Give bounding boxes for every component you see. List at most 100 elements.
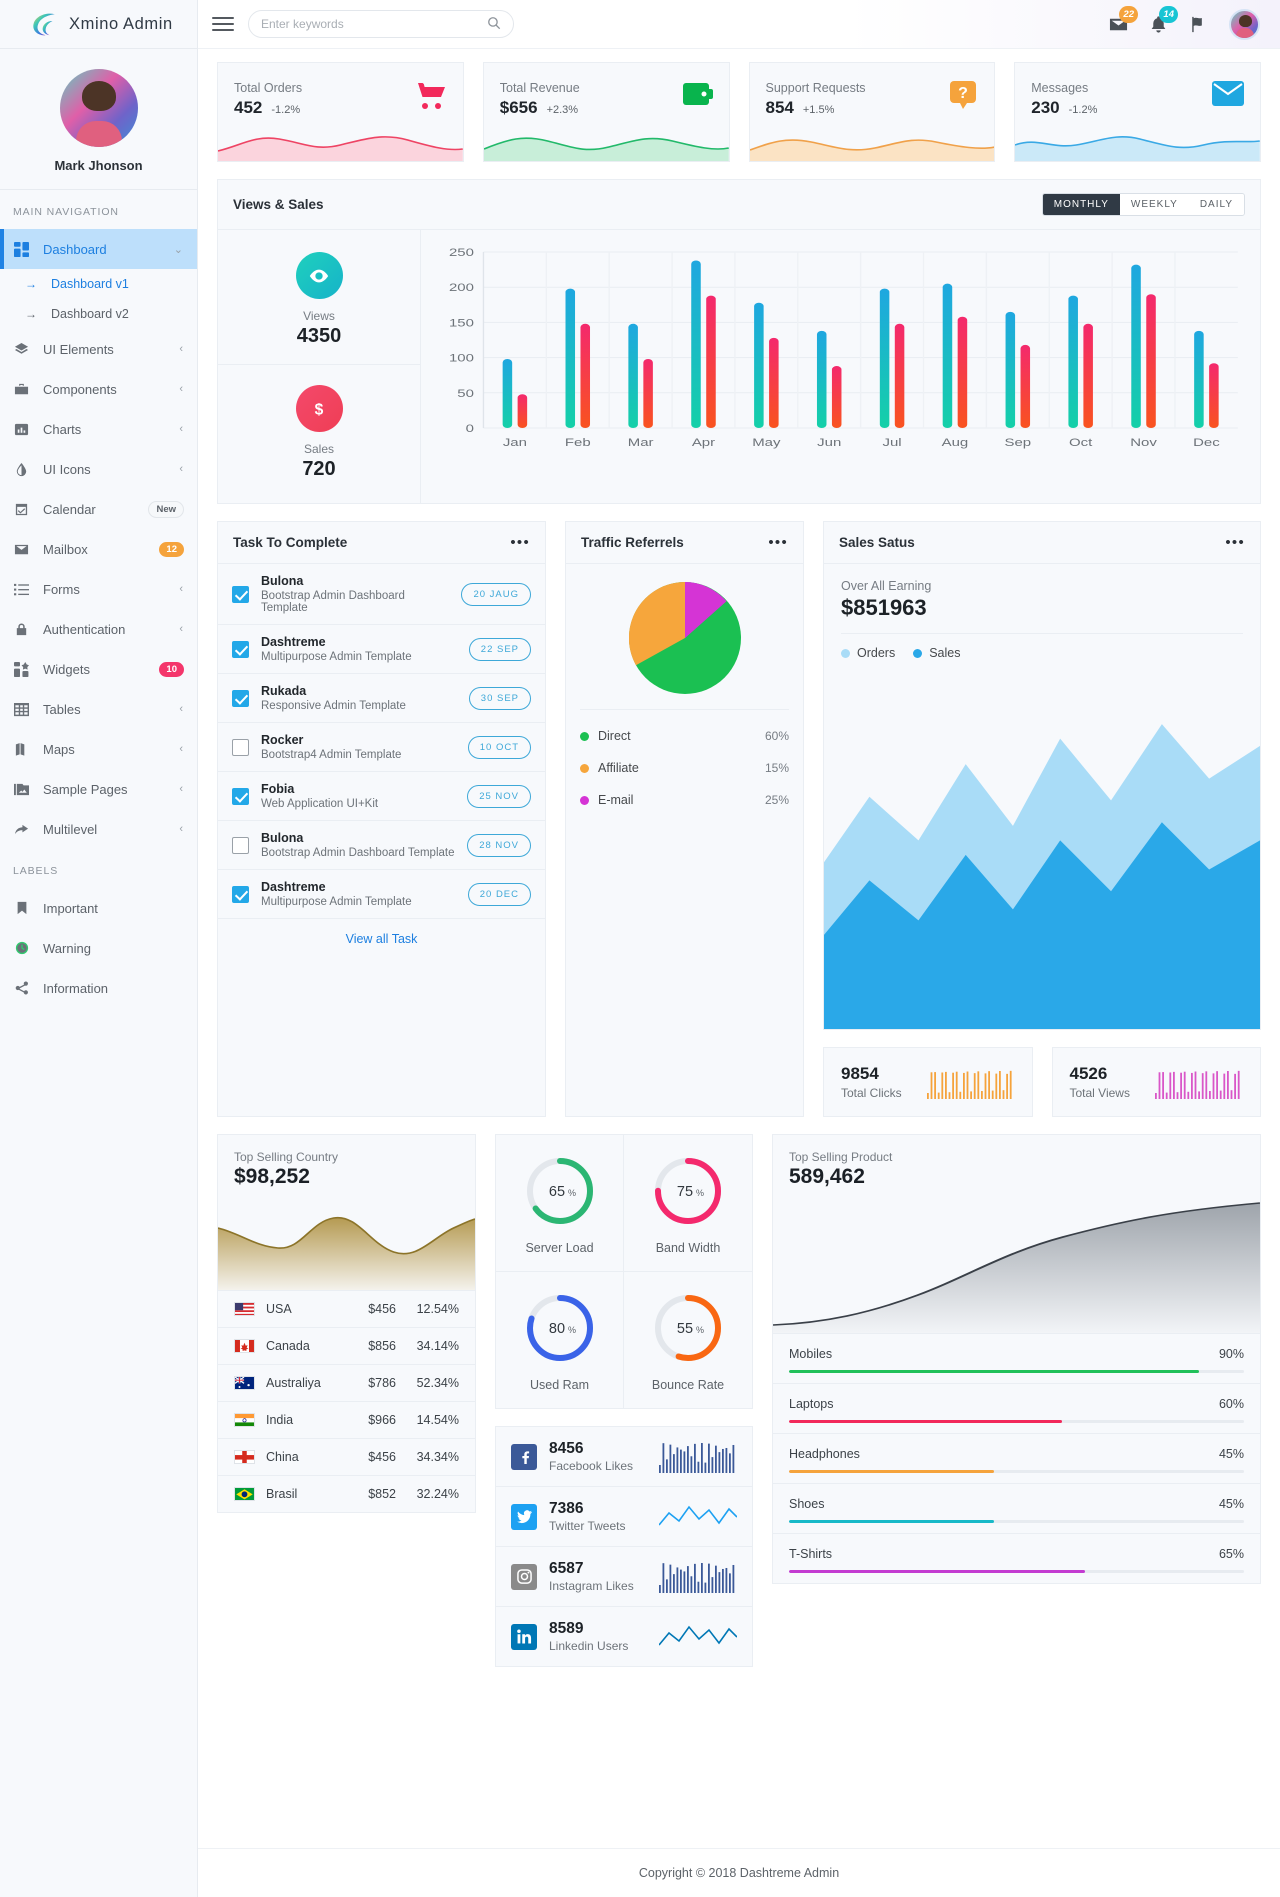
task-checkbox[interactable] bbox=[232, 836, 249, 854]
task-checkbox[interactable] bbox=[232, 738, 249, 756]
task-date-chip[interactable]: 30 SEP bbox=[468, 686, 531, 710]
social-row[interactable]: 8589 Linkedin Users bbox=[496, 1607, 752, 1666]
sidebar-item-authentication[interactable]: Authentication ‹ bbox=[0, 609, 197, 649]
task-checkbox[interactable] bbox=[232, 640, 249, 658]
eye-icon bbox=[295, 252, 343, 299]
task-date-chip[interactable]: 25 NOV bbox=[467, 784, 531, 808]
country-amount: $786 bbox=[368, 1376, 396, 1391]
task-date-chip[interactable]: 20 DEC bbox=[467, 882, 531, 906]
search-input[interactable] bbox=[261, 17, 487, 31]
sidebar-item-calendar[interactable]: Calendar New bbox=[0, 489, 197, 529]
task-row[interactable]: Dashtreme Multipurpose Admin Template 22 S… bbox=[218, 625, 545, 674]
svg-text:%: % bbox=[696, 1325, 704, 1335]
views-sales-card: Views & Sales MONTHLY WEEKLY DAILY Views… bbox=[217, 179, 1261, 504]
sidebar-item-ui-icons[interactable]: UI Icons ‹ bbox=[0, 449, 197, 489]
search-box[interactable] bbox=[248, 10, 514, 38]
sidebar-item-maps[interactable]: Maps ‹ bbox=[0, 729, 197, 769]
flag-icon[interactable] bbox=[1189, 15, 1208, 34]
sidebar-item-forms[interactable]: Forms ‹ bbox=[0, 569, 197, 609]
total-views-card[interactable]: 4526 Total Views bbox=[1051, 1047, 1261, 1118]
task-date-chip[interactable]: 10 OCT bbox=[467, 735, 531, 759]
sales-status-area-chart bbox=[824, 666, 1260, 1030]
sidebar-item-widgets[interactable]: Widgets 10 bbox=[0, 649, 197, 689]
task-checkbox[interactable] bbox=[232, 885, 249, 903]
legend-label: Direct bbox=[598, 729, 631, 743]
country-percent: 34.34% bbox=[416, 1450, 459, 1465]
task-checkbox[interactable] bbox=[232, 689, 249, 707]
task-date-chip[interactable]: 20 JAUG bbox=[461, 582, 531, 606]
product-percent: 90% bbox=[1218, 1347, 1244, 1362]
more-dots-icon[interactable]: ••• bbox=[768, 535, 788, 550]
chevron-left-icon: ‹ bbox=[179, 743, 183, 755]
brand[interactable]: Xmino Admin bbox=[0, 0, 197, 49]
sidebar-subitem-dashboard-v1[interactable]: → Dashboard v1 bbox=[0, 269, 197, 299]
chevron-left-icon: ‹ bbox=[179, 623, 183, 635]
task-row[interactable]: Fobia Web Application UI+Kit 25 NOV bbox=[218, 772, 545, 821]
more-dots-icon[interactable]: ••• bbox=[510, 535, 530, 550]
nav-section-title: MAIN NAVIGATION bbox=[13, 206, 119, 218]
task-row[interactable]: Rukada Responsive Admin Template 30 SEP bbox=[218, 674, 545, 723]
range-monthly[interactable]: MONTHLY bbox=[1042, 194, 1120, 215]
kpi-card-total-orders[interactable]: Total Orders 452 -1.2% bbox=[217, 62, 464, 162]
chevron-left-icon: ‹ bbox=[179, 703, 183, 715]
task-checkbox[interactable] bbox=[232, 787, 249, 805]
envelope-icon[interactable]: 22 bbox=[1109, 5, 1138, 34]
sidebar-item-label: Tables bbox=[43, 701, 81, 717]
sidebar-item-charts[interactable]: Charts ‹ bbox=[0, 409, 197, 449]
hamburger-icon[interactable] bbox=[212, 17, 234, 31]
task-row[interactable]: Rocker Bootstrap4 Admin Template 10 OCT bbox=[218, 723, 545, 772]
task-text: Bulona Bootstrap Admin Dashboard Template bbox=[261, 574, 449, 614]
arrow-right-icon: → bbox=[25, 307, 37, 321]
task-row[interactable]: Dashtreme Multipurpose Admin Template 20 D… bbox=[218, 870, 545, 919]
social-row[interactable]: 7386 Twitter Tweets bbox=[496, 1487, 752, 1548]
sidebar-item-important[interactable]: Important bbox=[0, 888, 197, 928]
kpi-card-support-requests[interactable]: Support Requests 854 +1.5% ? bbox=[748, 62, 996, 162]
svg-text:May: May bbox=[752, 436, 781, 449]
product-percent: 45% bbox=[1218, 1497, 1244, 1512]
kpi-label: Support Requests bbox=[765, 81, 866, 95]
svg-text:Feb: Feb bbox=[565, 436, 591, 449]
product-percent: 65% bbox=[1218, 1547, 1244, 1562]
task-checkbox[interactable] bbox=[232, 585, 249, 603]
svg-text:200: 200 bbox=[449, 281, 474, 294]
sidebar-item-sample-pages[interactable]: Sample Pages ‹ bbox=[0, 769, 197, 809]
social-row[interactable]: 8456 Facebook Likes bbox=[496, 1427, 752, 1488]
chevron-left-icon: ‹ bbox=[179, 583, 183, 595]
sidebar-item-warning[interactable]: Warning bbox=[0, 928, 197, 968]
sidebar-badge-count: 12 bbox=[159, 541, 184, 557]
task-date-chip[interactable]: 28 NOV bbox=[467, 833, 531, 857]
chevron-left-icon: ‹ bbox=[179, 423, 183, 435]
task-row[interactable]: Bulona Bootstrap Admin Dashboard Template… bbox=[218, 821, 545, 870]
sidebar-item-components[interactable]: Components ‹ bbox=[0, 369, 197, 409]
bell-icon[interactable]: 14 bbox=[1149, 5, 1178, 34]
sidebar-item-dashboard[interactable]: Dashboard ⌄ bbox=[0, 229, 197, 269]
sidebar-item-information[interactable]: Information bbox=[0, 968, 197, 1008]
more-dots-icon[interactable]: ••• bbox=[1225, 535, 1245, 550]
range-weekly[interactable]: WEEKLY bbox=[1119, 194, 1189, 215]
kpi-card-total-revenue[interactable]: Total Revenue $656 +2.3% bbox=[482, 62, 730, 162]
sidebar-subitem-dashboard-v2[interactable]: → Dashboard v2 bbox=[0, 299, 197, 329]
svg-text:80: 80 bbox=[548, 1321, 564, 1337]
sidebar-item-mailbox[interactable]: Mailbox 12 bbox=[0, 529, 197, 569]
avatar[interactable] bbox=[59, 69, 138, 147]
kpi-card-messages[interactable]: Messages 230 -1.2% bbox=[1014, 62, 1261, 162]
product-row: Laptops 60% bbox=[773, 1383, 1260, 1433]
total-clicks-card[interactable]: 9854 Total Clicks bbox=[823, 1047, 1033, 1118]
task-row[interactable]: Bulona Bootstrap Admin Dashboard Template… bbox=[218, 564, 545, 625]
task-date-chip[interactable]: 22 SEP bbox=[468, 637, 531, 661]
kpi-value: $656 bbox=[499, 98, 538, 117]
range-daily[interactable]: DAILY bbox=[1188, 194, 1244, 215]
sidebar-item-multilevel[interactable]: Multilevel ‹ bbox=[0, 809, 197, 849]
sidebar-item-ui-elements[interactable]: UI Elements ‹ bbox=[0, 329, 197, 369]
search-icon[interactable] bbox=[487, 16, 501, 33]
product-value: 589,462 bbox=[789, 1165, 865, 1189]
task-text: Bulona Bootstrap Admin Dashboard Template bbox=[261, 831, 455, 859]
arrow-right-icon: → bbox=[25, 277, 37, 291]
social-row[interactable]: 6587 Instagram Likes bbox=[496, 1547, 752, 1608]
range-toggle[interactable]: MONTHLY WEEKLY DAILY bbox=[1041, 193, 1245, 216]
sidebar-item-tables[interactable]: Tables ‹ bbox=[0, 689, 197, 729]
svg-text:?: ? bbox=[958, 85, 968, 102]
view-all-tasks-link[interactable]: View all Task bbox=[218, 919, 545, 959]
country-name: India bbox=[266, 1413, 294, 1428]
avatar[interactable] bbox=[1229, 8, 1260, 40]
